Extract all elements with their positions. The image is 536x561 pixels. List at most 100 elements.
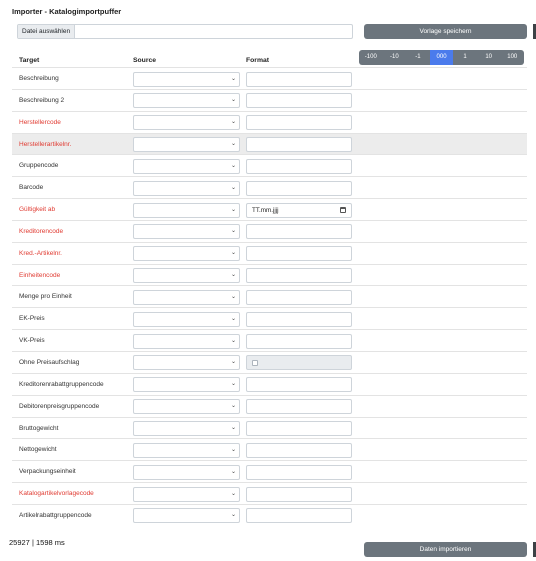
table-row: Bruttogewicht ⌄ — [12, 416, 527, 439]
target-column-header: Target — [19, 57, 40, 64]
offset-button[interactable]: 000 — [429, 50, 454, 65]
target-label: Verpackungseinheit — [19, 468, 76, 476]
source-select[interactable]: ⌄ — [133, 115, 240, 131]
target-label: Menge pro Einheit — [19, 293, 72, 301]
format-input[interactable] — [246, 158, 352, 174]
source-select[interactable]: ⌄ — [133, 246, 240, 262]
table-row: Kreditorencode ⌄ — [12, 219, 527, 242]
format-input[interactable] — [246, 442, 352, 458]
target-label: Beschreibung 2 — [19, 96, 65, 104]
format-input[interactable] — [246, 137, 352, 153]
target-label: Bruttogewicht — [19, 424, 59, 432]
format-input[interactable] — [246, 377, 352, 393]
offset-button[interactable]: -1 — [406, 50, 430, 65]
save-template-button[interactable]: Vorlage speichern — [364, 24, 527, 39]
source-select[interactable]: ⌄ — [133, 93, 240, 109]
offset-button[interactable]: 10 — [477, 50, 501, 65]
source-select[interactable]: ⌄ — [133, 289, 240, 305]
target-label: Barcode — [19, 184, 44, 192]
target-label: Herstellercode — [19, 118, 61, 126]
choose-file-button[interactable]: Datei auswählen — [18, 25, 76, 38]
format-input[interactable] — [246, 486, 352, 502]
chevron-down-icon: ⌄ — [230, 403, 236, 410]
source-select[interactable]: ⌄ — [133, 224, 240, 240]
format-input[interactable] — [246, 508, 352, 524]
calendar-icon[interactable] — [340, 206, 346, 213]
table-row: Herstellerartikelnr. ⌄ — [12, 132, 527, 155]
source-select[interactable]: ⌄ — [133, 421, 240, 436]
checkbox-field[interactable] — [246, 355, 352, 371]
source-select[interactable]: ⌄ — [133, 202, 240, 218]
source-select[interactable]: ⌄ — [133, 377, 240, 393]
source-select[interactable]: ⌄ — [133, 268, 240, 284]
chevron-down-icon: ⌄ — [230, 184, 236, 191]
format-input[interactable] — [246, 289, 352, 305]
import-data-button[interactable]: Daten importieren — [364, 542, 527, 557]
target-label: Beschreibung — [19, 75, 59, 82]
table-row: Beschreibung ⌄ — [12, 67, 527, 89]
target-label: Gruppencode — [19, 162, 59, 170]
chevron-down-icon: ⌄ — [230, 337, 236, 344]
table-row: Menge pro Einheit ⌄ — [12, 285, 527, 307]
source-select[interactable]: ⌄ — [133, 333, 240, 349]
target-label: Kreditorenrabattgruppencode — [19, 380, 104, 388]
format-input[interactable] — [246, 333, 352, 349]
format-input[interactable] — [246, 464, 352, 480]
format-input[interactable] — [246, 399, 352, 415]
source-select[interactable]: ⌄ — [133, 442, 240, 458]
table-row: Debitorenpreisgruppencode ⌄ — [12, 394, 527, 417]
chevron-down-icon: ⌄ — [230, 315, 236, 322]
chevron-down-icon: ⌄ — [230, 141, 236, 148]
source-select[interactable]: ⌄ — [133, 399, 240, 415]
target-label: Katalogartikelvorlagecode — [19, 490, 94, 498]
format-input[interactable] — [246, 93, 352, 109]
source-select[interactable]: ⌄ — [133, 464, 240, 480]
chevron-down-icon: ⌄ — [230, 446, 236, 453]
offset-button[interactable]: -100 — [359, 50, 383, 65]
source-select[interactable]: ⌄ — [133, 137, 240, 153]
mapping-table: Beschreibung ⌄ Beschreibung 2 ⌄ Herstellerco… — [12, 67, 527, 526]
table-row: Einheitencode ⌄ — [12, 263, 527, 286]
format-input[interactable] — [246, 268, 352, 284]
target-label: Kred.-Artikelnr. — [19, 249, 62, 257]
table-row: Artikelrabattgruppencode ⌄ — [12, 503, 527, 526]
target-label: Kreditorencode — [19, 227, 64, 235]
source-column-header: Source — [133, 57, 157, 64]
date-format-value: TT.mm.jjjj — [252, 206, 279, 214]
target-label: Artikelrabattgruppencode — [19, 511, 92, 519]
source-select[interactable]: ⌄ — [133, 486, 240, 502]
chevron-down-icon: ⌄ — [230, 359, 236, 366]
chevron-down-icon: ⌄ — [230, 119, 236, 126]
chevron-down-icon: ⌄ — [230, 468, 236, 475]
format-input[interactable] — [246, 115, 352, 131]
target-label: Einheitencode — [19, 271, 61, 279]
table-row: EK-Preis ⌄ — [12, 307, 527, 329]
source-select[interactable]: ⌄ — [133, 508, 240, 524]
offset-button-group: -100 -10 -1 000 1 10 100 — [359, 50, 524, 65]
format-input[interactable] — [246, 71, 352, 87]
date-format-input[interactable]: TT.mm.jjjj — [246, 202, 352, 218]
format-input[interactable] — [246, 180, 352, 196]
offset-button[interactable]: 100 — [500, 50, 524, 65]
source-select[interactable]: ⌄ — [133, 180, 240, 196]
table-row: Ohne Preisaufschlag ⌄ — [12, 350, 527, 373]
table-row: Gruppencode ⌄ — [12, 154, 527, 176]
target-label: Herstellerartikelnr. — [19, 140, 72, 148]
source-select[interactable]: ⌄ — [133, 158, 240, 174]
source-select[interactable]: ⌄ — [133, 355, 240, 371]
format-input[interactable] — [246, 421, 352, 436]
offset-button[interactable]: 1 — [453, 50, 477, 65]
target-label: Debitorenpreisgruppencode — [19, 402, 100, 410]
chevron-down-icon: ⌄ — [230, 228, 236, 235]
format-input[interactable] — [246, 311, 352, 327]
chevron-down-icon: ⌄ — [230, 250, 236, 257]
source-select[interactable]: ⌄ — [133, 71, 240, 87]
checkbox[interactable] — [252, 359, 258, 366]
format-input[interactable] — [246, 246, 352, 262]
source-select[interactable]: ⌄ — [133, 311, 240, 327]
chevron-down-icon: ⌄ — [230, 97, 236, 104]
format-input[interactable] — [246, 224, 352, 240]
file-input[interactable]: Datei auswählen — [17, 24, 353, 39]
table-row: Kred.-Artikelnr. ⌄ — [12, 241, 527, 264]
offset-button[interactable]: -10 — [383, 50, 407, 65]
